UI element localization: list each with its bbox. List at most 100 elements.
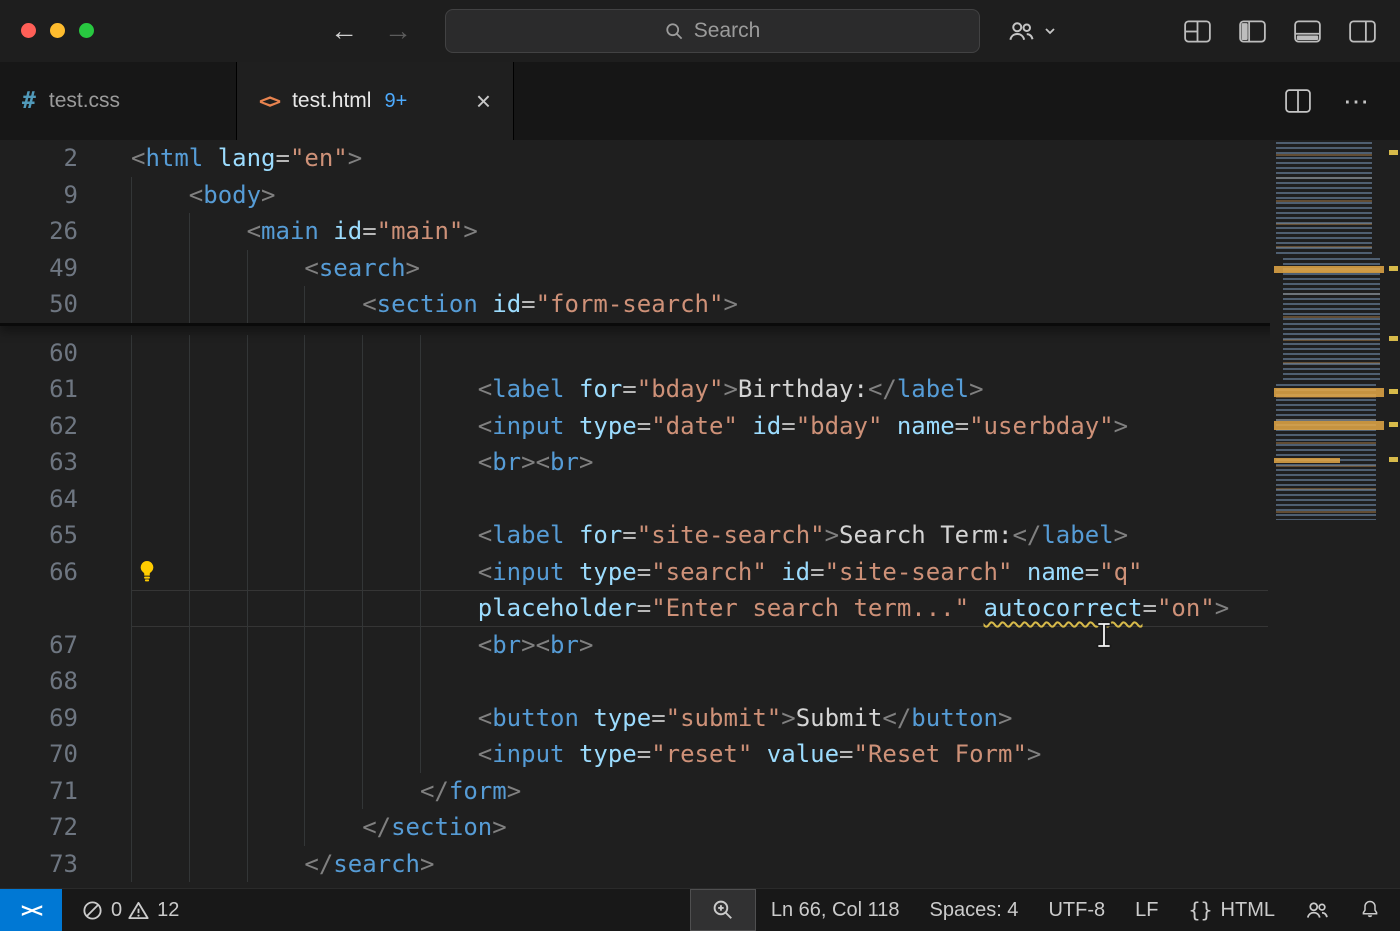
code-line-69[interactable]: 69<button type="submit">Submit</button> <box>0 700 1268 737</box>
indent-guide <box>420 736 421 773</box>
line-number[interactable]: 71 <box>0 773 131 810</box>
indent-guide <box>189 335 190 372</box>
code-line-wrap[interactable]: placeholder="Enter search term..." autoc… <box>0 590 1268 627</box>
line-content: </search> <box>131 846 1268 883</box>
line-number[interactable] <box>0 590 131 627</box>
accounts-status-icon[interactable] <box>1290 889 1344 931</box>
eol-status[interactable]: LF <box>1120 889 1173 931</box>
line-number[interactable]: 73 <box>0 846 131 883</box>
toggle-panel-icon[interactable] <box>1294 20 1321 43</box>
line-number[interactable]: 2 <box>0 140 131 177</box>
sticky-line-49[interactable]: 49<search> <box>0 250 1400 287</box>
indent-guide <box>189 481 190 518</box>
code-line-68[interactable]: 68 <box>0 663 1268 700</box>
sticky-line-26[interactable]: 26<main id="main"> <box>0 213 1400 250</box>
indent-guide <box>189 663 190 700</box>
indent-guide <box>420 335 421 372</box>
indent-guide <box>362 371 363 408</box>
cursor-position[interactable]: Ln 66, Col 118 <box>756 889 915 931</box>
close-tab-icon[interactable]: × <box>476 88 491 114</box>
indent-guide <box>131 517 132 554</box>
code-line-63[interactable]: 63<br><br> <box>0 444 1268 481</box>
indent-guide <box>420 517 421 554</box>
code-line-62[interactable]: 62<input type="date" id="bday" name="use… <box>0 408 1268 445</box>
sticky-line-9[interactable]: 9<body> <box>0 177 1400 214</box>
remote-indicator[interactable]: >< <box>0 889 62 931</box>
fullscreen-window-button[interactable] <box>79 23 94 38</box>
indent-guide <box>304 554 305 591</box>
code-line-66[interactable]: 66<input type="search" id="site-search" … <box>0 554 1268 591</box>
code-line-65[interactable]: 65<label for="site-search">Search Term:<… <box>0 517 1268 554</box>
line-number[interactable]: 65 <box>0 517 131 554</box>
indent-guide <box>131 286 132 323</box>
line-number[interactable]: 67 <box>0 627 131 664</box>
problems-indicator[interactable]: 0 12 <box>62 889 194 931</box>
indent-guide <box>420 554 421 591</box>
back-icon[interactable]: ← <box>330 15 358 47</box>
more-actions-icon[interactable]: ⋯ <box>1343 86 1370 117</box>
indent-guide <box>304 335 305 372</box>
code-line-64[interactable]: 64 <box>0 481 1268 518</box>
indentation-status[interactable]: Spaces: 4 <box>914 889 1033 931</box>
indent-guide <box>131 408 132 445</box>
sticky-line-2[interactable]: 2<html lang="en"> <box>0 140 1400 177</box>
line-number[interactable]: 50 <box>0 286 131 323</box>
zoom-button[interactable] <box>690 889 756 931</box>
line-number[interactable]: 64 <box>0 481 131 518</box>
minimize-window-button[interactable] <box>50 23 65 38</box>
line-number[interactable]: 26 <box>0 213 131 250</box>
line-number[interactable]: 63 <box>0 444 131 481</box>
indent-guide <box>362 590 363 627</box>
indent-guide <box>189 213 190 250</box>
close-window-button[interactable] <box>21 23 36 38</box>
line-number[interactable]: 62 <box>0 408 131 445</box>
code-text: placeholder="Enter search term..." autoc… <box>131 590 1268 627</box>
line-number[interactable]: 9 <box>0 177 131 214</box>
split-editor-icon[interactable] <box>1285 89 1311 113</box>
customize-layout-icon[interactable] <box>1184 20 1211 43</box>
language-mode[interactable]: {} HTML <box>1173 889 1290 931</box>
toggle-secondary-sidebar-icon[interactable] <box>1349 20 1376 43</box>
window-controls <box>21 23 94 38</box>
toggle-primary-sidebar-icon[interactable] <box>1239 20 1266 43</box>
warning-marker <box>1389 336 1398 341</box>
indent-guide <box>420 444 421 481</box>
code-line-70[interactable]: 70<input type="reset" value="Reset Form"… <box>0 736 1268 773</box>
accounts-icon[interactable] <box>1006 16 1036 46</box>
indent-guide <box>247 444 248 481</box>
code-line-73[interactable]: 73</search> <box>0 846 1268 883</box>
tab-test-html[interactable]: <> test.html 9+ × <box>237 62 514 140</box>
line-number[interactable]: 60 <box>0 335 131 372</box>
command-center-search[interactable]: Search <box>445 9 980 53</box>
encoding-status[interactable]: UTF-8 <box>1033 889 1120 931</box>
code-text: <br><br> <box>131 627 1268 664</box>
indent-guide <box>247 590 248 627</box>
indent-guide <box>189 286 190 323</box>
line-number[interactable]: 61 <box>0 371 131 408</box>
code-line-71[interactable]: 71</form> <box>0 773 1268 810</box>
code-line-61[interactable]: 61<label for="bday">Birthday:</label> <box>0 371 1268 408</box>
line-number[interactable]: 69 <box>0 700 131 737</box>
line-number[interactable]: 68 <box>0 663 131 700</box>
minimap-highlight <box>1274 421 1384 430</box>
code-line-72[interactable]: 72</section> <box>0 809 1268 846</box>
forward-icon[interactable]: → <box>384 15 412 47</box>
indent-guide <box>189 627 190 664</box>
code-line-60[interactable]: 60 <box>0 335 1268 372</box>
error-count: 0 <box>111 899 122 922</box>
line-content: placeholder="Enter search term..." autoc… <box>131 590 1268 627</box>
line-number[interactable]: 66 <box>0 554 131 591</box>
code-line-67[interactable]: 67<br><br> <box>0 627 1268 664</box>
line-content: <input type="date" id="bday" name="userb… <box>131 408 1268 445</box>
line-number[interactable]: 49 <box>0 250 131 287</box>
indent-guide <box>420 590 421 627</box>
line-number[interactable]: 72 <box>0 809 131 846</box>
minimap-highlight <box>1274 458 1340 463</box>
chevron-down-icon[interactable] <box>1042 23 1058 39</box>
line-content: <input type="reset" value="Reset Form"> <box>131 736 1268 773</box>
sticky-line-50[interactable]: 50<section id="form-search"> <box>0 286 1400 323</box>
bell-icon[interactable] <box>1344 889 1400 931</box>
line-number[interactable]: 70 <box>0 736 131 773</box>
tab-test-css[interactable]: # test.css <box>0 62 237 140</box>
minimap[interactable] <box>1270 140 1400 888</box>
